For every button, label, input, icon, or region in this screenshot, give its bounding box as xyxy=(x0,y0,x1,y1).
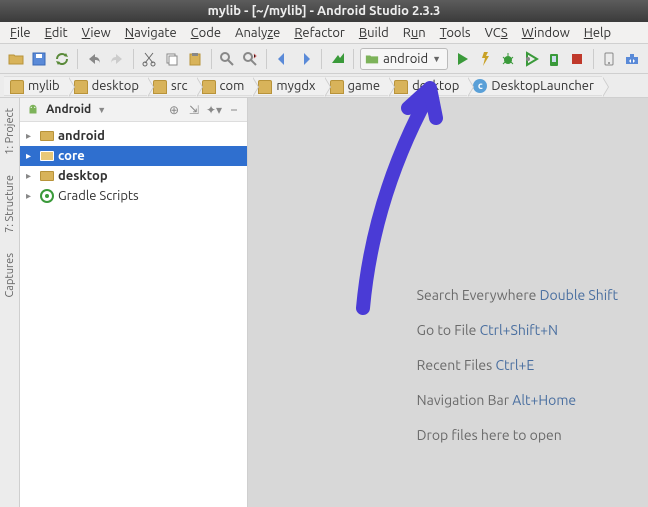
sdk-manager-icon[interactable] xyxy=(623,48,642,70)
expand-arrow-icon[interactable]: ▸ xyxy=(26,150,36,162)
crumb-game[interactable]: game xyxy=(324,76,389,96)
separator xyxy=(321,49,322,69)
android-module-icon xyxy=(365,52,379,66)
menu-view[interactable]: View xyxy=(76,24,117,42)
paste-icon[interactable] xyxy=(186,48,205,70)
toolbar: android ▼ xyxy=(0,44,648,74)
folder-icon xyxy=(74,80,88,94)
module-icon xyxy=(40,131,54,141)
tree-node-gradle-scripts[interactable]: ▸Gradle Scripts xyxy=(20,186,247,206)
tab-captures[interactable]: Captures xyxy=(2,247,18,303)
crumb-mygdx[interactable]: mygdx xyxy=(252,76,323,96)
menu-window[interactable]: Window xyxy=(516,24,576,42)
crumb-mylib[interactable]: mylib xyxy=(4,76,68,96)
editor-tips: Search Everywhere Double Shift Go to Fil… xyxy=(417,278,618,453)
crumb-desktop[interactable]: desktop xyxy=(68,76,147,96)
chevron-down-icon: ▼ xyxy=(97,105,106,115)
replace-icon[interactable] xyxy=(241,48,260,70)
separator xyxy=(133,49,134,69)
collapse-all-icon[interactable]: ⇲ xyxy=(187,103,201,117)
run-config-label: android xyxy=(383,52,428,66)
run-icon[interactable] xyxy=(452,48,471,70)
project-tool-window: Android ▼ ⊕ ⇲ ✦▾ ⎯ ▸android ▸core ▸deskt… xyxy=(20,98,248,507)
separator xyxy=(77,49,78,69)
gradle-icon xyxy=(40,189,54,203)
module-icon xyxy=(40,171,54,181)
stop-icon[interactable] xyxy=(568,48,587,70)
separator xyxy=(593,49,594,69)
tree-node-desktop[interactable]: ▸desktop xyxy=(20,166,247,186)
find-icon[interactable] xyxy=(218,48,237,70)
crumb-desktoplauncher[interactable]: cDesktopLauncher xyxy=(467,76,602,96)
menu-build[interactable]: Build xyxy=(353,24,395,42)
menu-refactor[interactable]: Refactor xyxy=(288,24,351,42)
attach-debugger-icon[interactable] xyxy=(545,48,564,70)
module-icon xyxy=(40,151,54,161)
tip-search-everywhere: Search Everywhere Double Shift xyxy=(417,278,618,313)
run-configuration-combo[interactable]: android ▼ xyxy=(360,48,448,70)
folder-icon xyxy=(10,80,24,94)
editor-empty-state: Search Everywhere Double Shift Go to Fil… xyxy=(248,98,648,507)
tip-recent-files: Recent Files Ctrl+E xyxy=(417,348,618,383)
folder-icon xyxy=(258,80,272,94)
apply-changes-icon[interactable] xyxy=(475,48,494,70)
separator xyxy=(211,49,212,69)
folder-icon xyxy=(394,80,408,94)
crumb-src[interactable]: src xyxy=(147,76,196,96)
crumb-com[interactable]: com xyxy=(196,76,253,96)
cut-icon[interactable] xyxy=(139,48,158,70)
tip-go-to-file: Go to File Ctrl+Shift+N xyxy=(417,313,618,348)
android-icon xyxy=(26,103,40,117)
crumb-desktop2[interactable]: desktop xyxy=(388,76,467,96)
make-icon[interactable] xyxy=(328,48,347,70)
menu-bar: File Edit View Navigate Code Analyze Ref… xyxy=(0,22,648,44)
window-title: mylib - [~/mylib] - Android Studio 2.3.3 xyxy=(0,0,648,22)
debug-icon[interactable] xyxy=(498,48,517,70)
expand-arrow-icon[interactable]: ▸ xyxy=(26,170,36,182)
chevron-down-icon: ▼ xyxy=(432,54,441,64)
menu-edit[interactable]: Edit xyxy=(39,24,74,42)
separator xyxy=(353,49,354,69)
open-icon[interactable] xyxy=(6,48,25,70)
separator xyxy=(266,49,267,69)
tab-structure[interactable]: 7: Structure xyxy=(2,169,18,239)
profile-icon[interactable] xyxy=(521,48,540,70)
menu-help[interactable]: Help xyxy=(578,24,617,42)
gear-icon[interactable]: ✦▾ xyxy=(207,103,221,117)
menu-navigate[interactable]: Navigate xyxy=(119,24,183,42)
project-tree[interactable]: ▸android ▸core ▸desktop ▸Gradle Scripts xyxy=(20,122,247,507)
copy-icon[interactable] xyxy=(163,48,182,70)
sync-icon[interactable] xyxy=(52,48,71,70)
forward-icon[interactable] xyxy=(296,48,315,70)
breadcrumb-bar: mylib desktop src com mygdx game desktop… xyxy=(0,74,648,98)
expand-arrow-icon[interactable]: ▸ xyxy=(26,190,36,202)
folder-icon xyxy=(330,80,344,94)
menu-code[interactable]: Code xyxy=(185,24,227,42)
hide-icon[interactable]: ⎯ xyxy=(227,103,241,117)
scroll-from-source-icon[interactable]: ⊕ xyxy=(167,103,181,117)
menu-tools[interactable]: Tools xyxy=(434,24,477,42)
save-icon[interactable] xyxy=(29,48,48,70)
undo-icon[interactable] xyxy=(84,48,103,70)
avd-manager-icon[interactable] xyxy=(600,48,619,70)
menu-analyze[interactable]: Analyze xyxy=(229,24,286,42)
tip-drop-files: Drop files here to open xyxy=(417,418,618,453)
class-icon: c xyxy=(473,79,487,93)
menu-file[interactable]: File xyxy=(4,24,37,42)
menu-run[interactable]: Run xyxy=(397,24,432,42)
left-tool-tabs: 1: Project 7: Structure Captures xyxy=(0,98,20,507)
tab-project[interactable]: 1: Project xyxy=(2,102,18,161)
tip-navigation-bar: Navigation Bar Alt+Home xyxy=(417,383,618,418)
redo-icon[interactable] xyxy=(107,48,126,70)
back-icon[interactable] xyxy=(273,48,292,70)
expand-arrow-icon[interactable]: ▸ xyxy=(26,130,36,142)
menu-vcs[interactable]: VCS xyxy=(479,24,514,42)
tree-node-core[interactable]: ▸core xyxy=(20,146,247,166)
tree-node-android[interactable]: ▸android xyxy=(20,126,247,146)
project-view-selector[interactable]: Android xyxy=(46,103,91,116)
folder-icon xyxy=(202,80,216,94)
folder-icon xyxy=(153,80,167,94)
project-header: Android ▼ ⊕ ⇲ ✦▾ ⎯ xyxy=(20,98,247,122)
